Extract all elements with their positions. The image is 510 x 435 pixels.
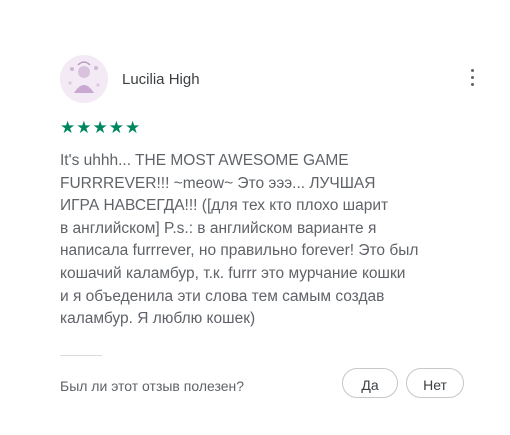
- review-text-line: и я объеденила эти слова тем самым созда…: [60, 287, 385, 305]
- review-text-line: It's uhhh... THE MOST AWESOME GAME: [60, 152, 349, 169]
- review-text-line: ИГРА НАВСЕГДА!!! ([для тех кто плохо шар…: [60, 197, 389, 215]
- divider: [60, 355, 102, 356]
- avatar[interactable]: [60, 55, 108, 103]
- review-text-line: написала furrrever, но правильно forever…: [60, 242, 419, 260]
- star-rating: ★★★★★: [60, 118, 142, 137]
- author-name[interactable]: Lucilia High: [122, 71, 200, 88]
- review-text-line: в английском] P.s.: в английском вариант…: [60, 219, 377, 237]
- review-text-line: FURRREVER!!! ~meow~ Это эээ... ЛУЧШАЯ: [60, 174, 376, 192]
- review-header: Lucilia High: [60, 55, 480, 107]
- helpful-no-button[interactable]: Нет: [406, 368, 464, 398]
- helpful-row: Был ли этот отзыв полезен? Да Нет: [60, 368, 480, 404]
- avatar-illustration-icon: [60, 55, 108, 103]
- helpful-question: Был ли этот отзыв полезен?: [60, 378, 245, 394]
- review-text-line: кошачий каламбур, т.к. furrr это мурчани…: [60, 264, 406, 282]
- more-vert-icon[interactable]: [464, 65, 480, 91]
- helpful-yes-button[interactable]: Да: [342, 368, 398, 398]
- review-text-line: каламбур. Я люблю кошек): [60, 310, 256, 328]
- review-text: It's uhhh... THE MOST AWESOME GAME FURRR…: [60, 150, 480, 331]
